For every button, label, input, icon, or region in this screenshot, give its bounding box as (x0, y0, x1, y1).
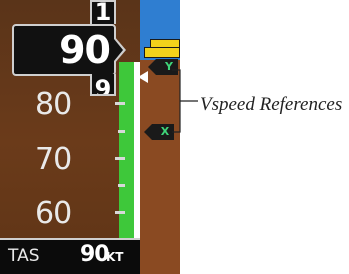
callout-label: Vspeed References (200, 94, 343, 115)
callout-bracket (172, 69, 198, 133)
